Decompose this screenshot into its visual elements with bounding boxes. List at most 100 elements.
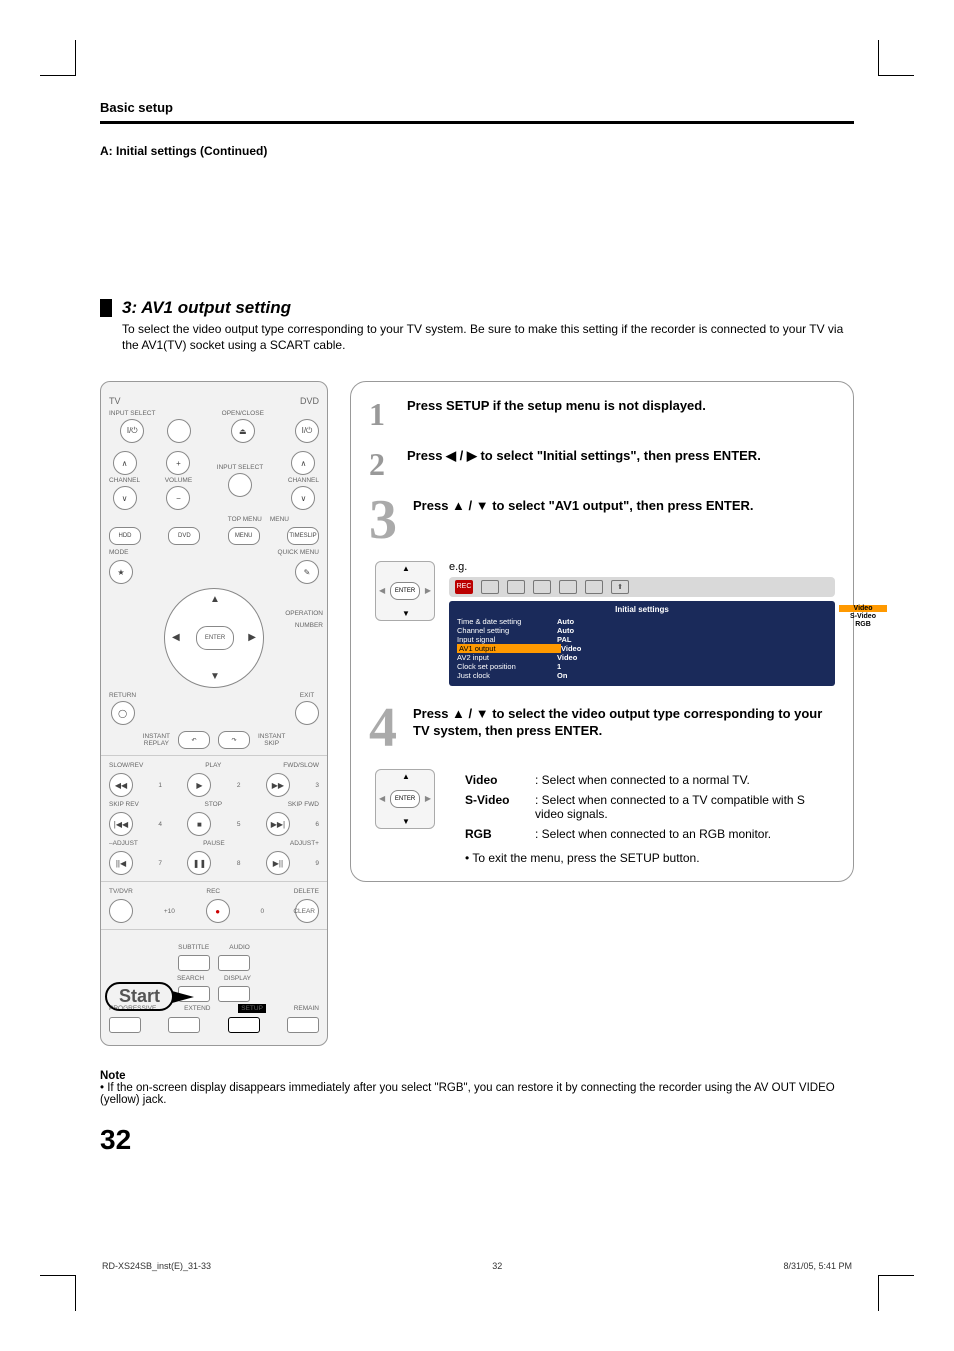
note-body: • If the on-screen display disappears im… [100,1082,854,1106]
start-marker: Start [105,982,194,1011]
remote-quick-menu-button: ✎ [295,560,319,584]
remote-tv-label: TV [109,396,121,406]
remote-ch-up-button: ∧ [113,451,137,475]
rec-icon: REC [455,580,473,594]
remote-display-button [218,986,250,1002]
remote-play-button: ▶ [187,773,211,797]
num-3: 3 [315,782,319,789]
footer-mid: 32 [492,1261,502,1271]
remote-hdd-button: HDD [109,527,141,545]
num-7: 7 [158,860,162,867]
remote-input-select2-label: INPUT SELECT [217,464,263,471]
note-title: Note [100,1070,854,1082]
remote-delete-label: DELETE [294,888,319,895]
remote-skip-rev-label: SKIP REV [109,801,139,808]
icon-1 [481,580,499,594]
up-arrow-icon: ▲ [402,772,410,781]
remote-skip-fwd-button: ▶▶| [266,812,290,836]
right-arrow-icon: ▶ [425,586,431,595]
remote-top-menu-label: TOP MENU [228,516,262,523]
remote-return-button: ◯ [111,701,135,725]
option-exit-note: • To exit the menu, press the SETUP butt… [465,851,835,865]
option-video-desc: : Select when connected to a normal TV. [535,773,835,787]
num-5: 5 [237,821,241,828]
icon-5 [585,580,603,594]
remote-slow-rev-label: SLOW/REV [109,762,143,769]
remote-tv-power-button: I/⏻ [120,419,144,443]
remote-adjust-plus-label: ADJUST+ [290,840,319,847]
remote-pause-button: ❚❚ [187,851,211,875]
remote-play-label: PLAY [205,762,221,769]
osd-side-options: Video S-Video RGB [839,605,887,629]
remote-search-label: SEARCH [177,975,204,982]
header-section: Basic setup [100,100,854,115]
step-text-2: Press ◀ / ▶ to select "Initial settings"… [407,448,761,480]
remote-progressive-button [109,1017,141,1033]
enter-pad-center: ENTER [390,790,420,808]
remote-stop-button: ■ [187,812,211,836]
remote-menu-label: MENU [270,516,289,523]
remote-audio-button [218,955,250,971]
osd-row-value: Video [557,653,577,662]
right-arrow-icon: ▶ [425,794,431,803]
osd-row-name: Just clock [457,671,557,680]
start-arrow-icon [172,991,194,1003]
remote-channel-label: CHANNEL [109,477,140,484]
remote-menu-button: MENU [228,527,260,545]
remote-subtitle-label: SUBTITLE [178,944,209,951]
left-arrow-icon: ◀ [379,794,385,803]
step-number-2: 2 [369,448,407,480]
remote-mode-label: MODE [109,549,129,556]
remote-skip-fwd-label: SKIP FWD [288,801,319,808]
enter-pad-diagram: ▲ ▼ ◀ ▶ ENTER [375,561,433,619]
remote-dvd-power-button: I/⏻ [295,419,319,443]
option-svideo-label: S-Video [465,793,535,821]
remote-stop-label: STOP [204,801,222,808]
remote-tv-dvr-label: TV/DVR [109,888,133,895]
footer-right: 8/31/05, 5:41 PM [783,1261,852,1271]
remote-ch2-up-button: ∧ [291,451,315,475]
eg-label: e.g. [449,561,835,573]
remote-ch-down-button: ∨ [113,486,137,510]
remote-adjust-minus-label: –ADJUST [109,840,138,847]
num-9: 9 [315,860,319,867]
remote-dpad: ▲ ▼ ◀ ▶ ENTER [164,588,264,688]
enter-pad-diagram-2: ▲ ▼ ◀ ▶ ENTER [375,769,433,827]
remote-rew-button: ◀◀ [109,773,133,797]
remote-input-select-label: INPUT SELECT [109,410,155,417]
osd-row-value: Auto [557,617,574,626]
left-arrow-icon: ◀ [379,586,385,595]
remote-instant-skip-label: INSTANT SKIP [258,733,285,747]
osd-panel-title: Initial settings [457,605,827,614]
step-number-3: 3 [369,498,413,543]
start-oval: Start [105,982,174,1011]
icon-6: ⬆ [611,580,629,594]
icon-3 [533,580,551,594]
remote-rec-button: ● [206,899,230,923]
remote-audio-label: AUDIO [229,944,250,951]
osd-row-name: Clock set position [457,662,557,671]
down-arrow-icon: ▼ [402,609,410,618]
up-arrow-icon: ▲ [210,594,220,605]
num-0: 0 [261,908,265,915]
left-arrow-icon: ◀ [172,632,180,643]
remote-rec-label: REC [206,888,220,895]
remote-ffwd-button: ▶▶ [266,773,290,797]
remote-tv-dvr-button [109,899,133,923]
remote-setup-button [228,1017,260,1033]
option-video-label: Video [465,773,535,787]
remote-subtitle-button [178,955,210,971]
remote-adjust-minus-button: ||◀ [109,851,133,875]
remote-display-label: DISPLAY [224,975,251,982]
up-arrow-icon: ▲ [402,564,410,573]
remote-extend-button [168,1017,200,1033]
remote-vol-down-button: − [166,486,190,510]
section-desc: To select the video output type correspo… [122,322,854,353]
osd-icon-bar: REC ⬆ [449,577,835,597]
osd-side-option: S-Video [839,613,887,620]
osd-row-name-highlight: AV1 output [457,644,561,653]
num-1: 1 [158,782,162,789]
remote-exit-label: EXIT [300,692,314,699]
remote-open-close-button: ⏏ [231,419,255,443]
enter-pad-center: ENTER [390,582,420,600]
